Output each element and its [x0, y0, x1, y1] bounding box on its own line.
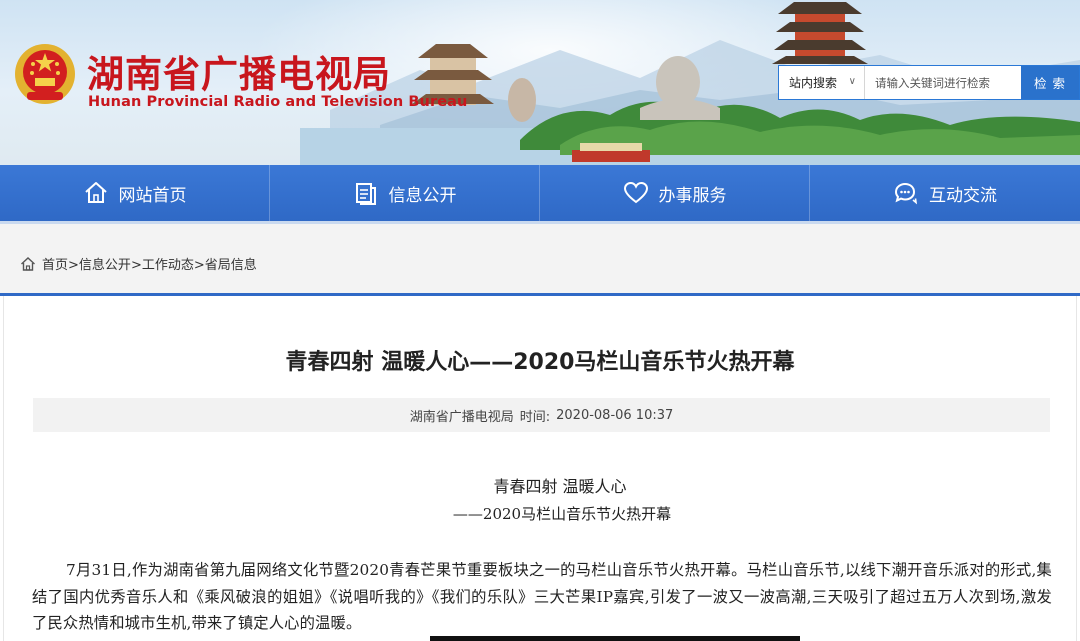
nav-item-label: 信息公开 — [388, 185, 457, 206]
breadcrumb-separator: > — [193, 258, 205, 273]
article-subtitle-line1: 青春四射 温暖人心 — [493, 477, 627, 496]
site-title: 湖南省广播电视局 — [87, 53, 391, 96]
nav-item-services[interactable]: 办事服务 — [540, 165, 810, 221]
search-scope-label: 站内搜索 — [789, 76, 838, 90]
article-source: 湖南省广播电视局 — [409, 409, 514, 425]
search-button[interactable]: 检 索 — [1021, 66, 1079, 99]
article-time: 2020-08-06 10:37 — [556, 407, 674, 423]
search-bar: 站内搜索 ∨ 检 索 — [778, 65, 1080, 100]
header-banner: 湖南省广播电视局 Hunan Provincial Radio and Tele… — [0, 0, 1080, 165]
article-subtitle-line2: ——2020马栏山音乐节火热开幕 — [452, 505, 672, 523]
search-input[interactable] — [865, 66, 1021, 99]
article-time-label: 时间: — [519, 409, 551, 425]
breadcrumb-info-disclosure-link[interactable]: 信息公开 — [79, 258, 131, 273]
breadcrumb-home-link[interactable]: 首页 — [42, 258, 68, 273]
article-paragraph: 7月31日,作为湖南省第九届网络文化节暨2020青春芒果节重要板块之一的马栏山音… — [32, 561, 1052, 632]
article-meta: 湖南省广播电视局 时间: 2020-08-06 10:37 — [33, 398, 1050, 432]
nav-item-home[interactable]: 网站首页 — [0, 165, 270, 221]
document-icon — [355, 183, 376, 205]
nav-item-label: 网站首页 — [118, 185, 187, 206]
breadcrumb-separator: > — [68, 258, 79, 273]
breadcrumb-bureau-news-link[interactable]: 省局信息 — [205, 258, 257, 273]
nav-item-label: 互动交流 — [929, 185, 997, 206]
breadcrumb-work-news-link[interactable]: 工作动态 — [142, 258, 194, 273]
main-nav: 网站首页 信息公开 办事服务 互动交流 — [0, 165, 1080, 221]
home-icon — [84, 182, 107, 203]
chat-icon — [894, 182, 918, 205]
heart-icon — [623, 181, 648, 204]
national-emblem-icon — [15, 44, 75, 104]
nav-item-label: 办事服务 — [658, 185, 727, 206]
article-title: 青春四射 温暖人心——2020马栏山音乐节火热开幕 — [285, 350, 795, 375]
home-icon — [21, 256, 35, 271]
breadcrumb: 首页>信息公开>工作动态>省局信息 — [20, 254, 257, 273]
breadcrumb-separator: > — [130, 258, 142, 273]
chevron-down-icon: ∨ — [848, 76, 856, 87]
search-scope-select[interactable]: 站内搜索 ∨ — [779, 66, 865, 99]
nav-item-interaction[interactable]: 互动交流 — [810, 165, 1080, 221]
site-subtitle: Hunan Provincial Radio and Television Bu… — [88, 94, 468, 110]
nav-item-info-disclosure[interactable]: 信息公开 — [270, 165, 540, 221]
image-edge — [430, 636, 800, 641]
